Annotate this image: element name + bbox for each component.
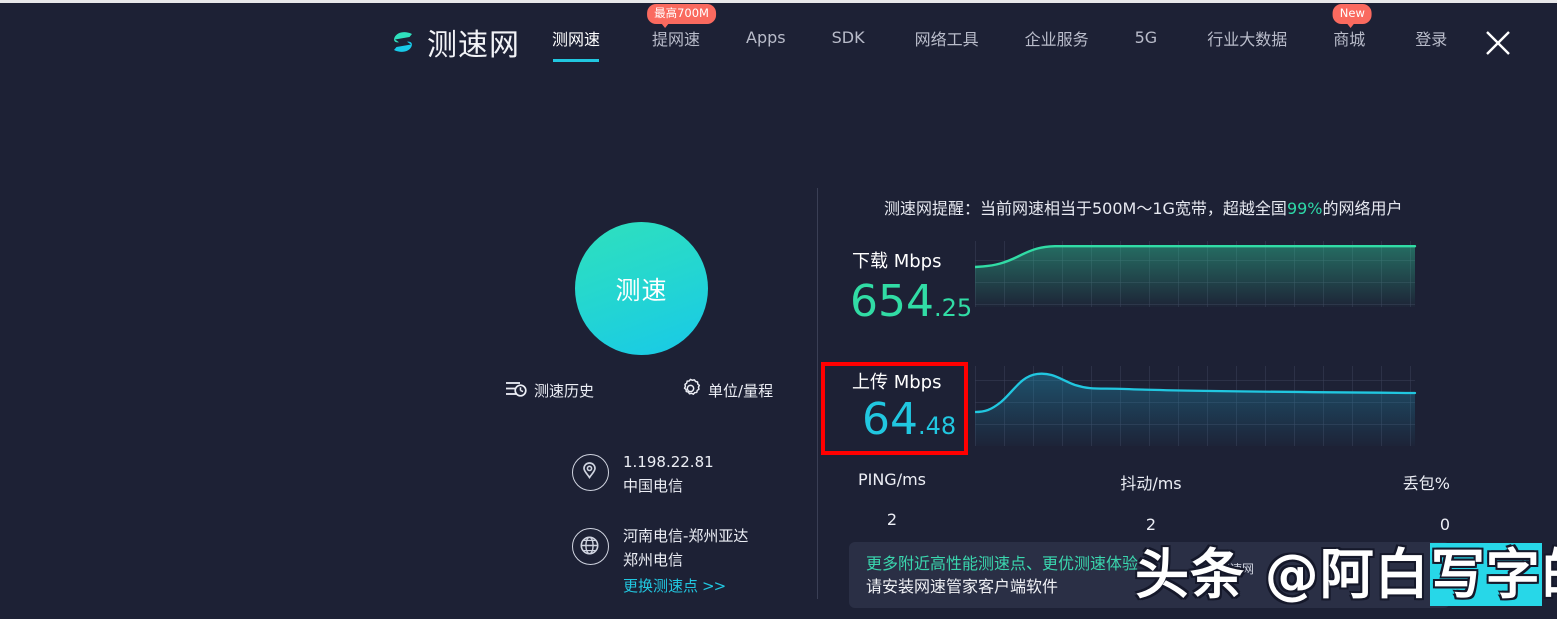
reminder-suffix: 的网络用户 (1322, 199, 1403, 218)
isp-name: 中国电信 (623, 476, 684, 495)
site-header: 测速网 测网速 最高700M 提网速 Apps SDK 网络工具 企业服务 5G… (0, 3, 1557, 75)
nav-item-tiwangsu[interactable]: 最高700M 提网速 (647, 3, 716, 53)
stat-jitter-value: 2 (1145, 515, 1157, 534)
server-name: 河南电信-郑州亚达 (623, 527, 749, 545)
download-label: 下载 Mbps (852, 251, 942, 272)
nav-item-label: 企业服务 (1024, 29, 1089, 49)
ip-address: 1.198.22.81 (623, 453, 714, 471)
nav-badge-new: New (1332, 3, 1372, 28)
speed-reminder-text: 测速网提醒：当前网速相当于500M～1G宽带，超越全国99%的网络用户 (884, 195, 1403, 219)
ip-info: 1.198.22.81 中国电信 (572, 453, 714, 496)
nav-active-underline (553, 58, 600, 62)
main-nav: 测网速 最高700M 提网速 Apps SDK 网络工具 企业服务 5G 行业大… (552, 3, 1447, 75)
promo-banner-text: 更多附近高性能测速点、更优测速体验 请安装网速管家客户端软件 (866, 552, 1138, 598)
nav-item-sdk[interactable]: SDK (832, 28, 865, 50)
stat-ping-value: 2 (886, 510, 898, 529)
reminder-prefix: 测速网提醒：当前网速相当于500M～1G宽带，超越全国 (884, 199, 1287, 218)
stat-jitter-label: 抖动/ms (1120, 474, 1182, 493)
download-chart (975, 238, 1450, 333)
stat-ping: PING/ms 2 (822, 470, 962, 534)
nav-item-5g[interactable]: 5G (1135, 28, 1158, 50)
close-icon[interactable] (1483, 28, 1513, 58)
nav-item-label: 5G (1134, 28, 1158, 47)
units-range-label: 单位/量程 (708, 382, 774, 400)
stat-packet-loss: 丢包% 0 (1340, 470, 1450, 534)
download-value-dec: .25 (933, 294, 973, 322)
speedtest-logo-icon (388, 27, 418, 57)
server-city: 郑州电信 (623, 550, 684, 569)
globe-icon (572, 528, 609, 565)
upload-chart-svg (975, 366, 1417, 446)
watermark-part1: 头条 @阿白 (1135, 543, 1430, 606)
start-test-button[interactable]: 测速 (575, 222, 708, 355)
nav-item-apps[interactable]: Apps (746, 28, 786, 50)
change-server-arrows: >> (702, 576, 726, 595)
change-server-link[interactable]: 更换测速点 >> (623, 575, 748, 596)
upload-chart (975, 358, 1450, 453)
stat-ping-label: PING/ms (857, 470, 927, 489)
nav-item-label: Apps (746, 28, 786, 47)
site-logo[interactable]: 测速网 (388, 20, 520, 64)
stat-jitter: 抖动/ms 2 (1081, 470, 1221, 534)
nav-item-label: 提网速 (652, 29, 701, 49)
nav-item-label: 网络工具 (914, 29, 979, 49)
nav-item-login[interactable]: 登录 (1415, 26, 1447, 53)
panel-divider (817, 188, 818, 599)
start-test-label: 测速 (615, 275, 668, 305)
history-icon (505, 379, 527, 403)
nav-item-enterprise-service[interactable]: 企业服务 (1025, 26, 1089, 53)
change-server-label: 更换测速点 (623, 576, 699, 595)
nav-item-network-tools[interactable]: 网络工具 (915, 26, 979, 53)
download-value: 654.25 (850, 280, 972, 324)
nav-item-label: 测网速 (552, 29, 601, 49)
nav-item-shop[interactable]: New 商城 (1332, 3, 1372, 53)
nav-item-label: 登录 (1415, 29, 1448, 49)
location-pin-icon (572, 454, 609, 491)
speedtest-page: 测速网 测网速 最高700M 提网速 Apps SDK 网络工具 企业服务 5G… (0, 0, 1557, 619)
stat-packet-loss-label: 丢包% (1402, 474, 1450, 493)
site-logo-text: 测速网 (427, 28, 520, 63)
stats-row: PING/ms 2 抖动/ms 2 丢包% 0 (822, 470, 1450, 534)
left-controls: 测速历史 单位/量程 (505, 378, 815, 403)
server-info: 河南电信-郑州亚达 郑州电信 更换测速点 >> (572, 527, 748, 596)
nav-item-label: 商城 (1333, 29, 1366, 49)
nav-item-industry-bigdata[interactable]: 行业大数据 (1207, 26, 1287, 53)
nav-item-ceswangsu[interactable]: 测网速 (552, 26, 601, 62)
promo-line-2: 请安装网速管家客户端软件 (866, 577, 1059, 597)
test-history-button[interactable]: 测速历史 (505, 379, 594, 403)
nav-item-label: SDK (831, 28, 865, 47)
download-value-int: 654 (850, 276, 934, 327)
stat-packet-loss-value: 0 (1439, 515, 1450, 534)
promo-line-1: 更多附近高性能测速点、更优测速体验 (866, 554, 1139, 573)
upload-highlight-annotation (821, 362, 968, 455)
reminder-percentile: 99% (1286, 199, 1323, 218)
test-history-label: 测速历史 (534, 382, 595, 400)
watermark: 头条 @阿白写字的地方 (1135, 543, 1557, 606)
units-range-button[interactable]: 单位/量程 (680, 378, 773, 403)
nav-item-label: 行业大数据 (1207, 29, 1288, 49)
watermark-part2: 的地方 (1542, 543, 1557, 606)
download-chart-svg (975, 241, 1417, 307)
watermark-highlight: 写字 (1429, 543, 1542, 606)
nav-badge-700m: 最高700M (647, 3, 716, 28)
gear-icon (680, 378, 701, 403)
